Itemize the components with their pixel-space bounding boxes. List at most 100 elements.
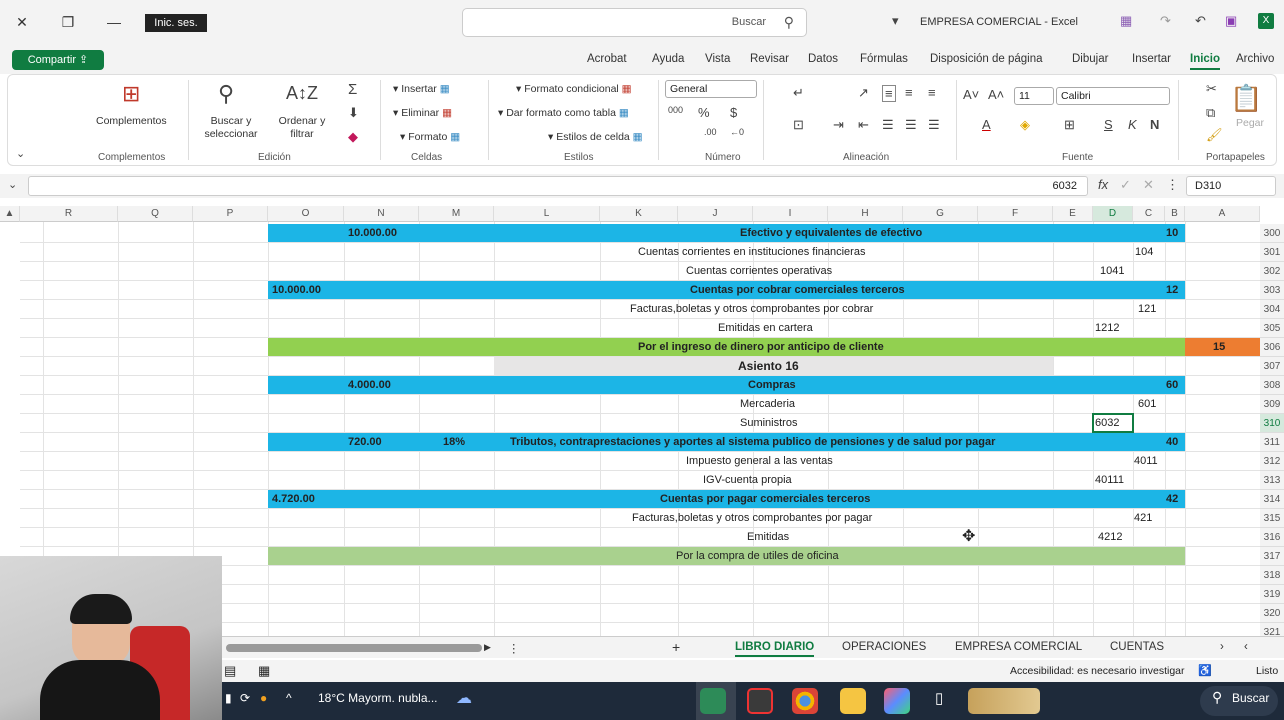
- account-code[interactable]: 601: [1138, 395, 1156, 413]
- entry-gloss[interactable]: Por el ingreso de dinero por anticipo de…: [638, 338, 884, 356]
- account-desc[interactable]: IGV-cuenta propia: [703, 471, 792, 489]
- percent-icon[interactable]: %: [698, 105, 710, 120]
- ribbon-collapse-icon[interactable]: ⌄: [16, 147, 25, 160]
- haber-amount[interactable]: 4.720.00: [272, 490, 315, 508]
- sort-filter-label[interactable]: Ordenar y filtrar: [274, 115, 330, 141]
- account-desc[interactable]: Cuentas corrientes operativas: [686, 262, 832, 280]
- col-header-b[interactable]: B: [1165, 206, 1185, 222]
- debe-amount[interactable]: 720.00: [348, 433, 382, 451]
- customize-toolbar-icon[interactable]: ▾: [892, 13, 899, 29]
- row-header[interactable]: 301: [1260, 243, 1284, 262]
- row-header[interactable]: 308: [1260, 376, 1284, 395]
- col-header-r[interactable]: R: [20, 206, 118, 222]
- asiento-title[interactable]: Asiento 16: [738, 357, 799, 375]
- chrome-icon[interactable]: [792, 688, 818, 714]
- decrease-font-icon[interactable]: A˅: [963, 87, 979, 102]
- row-header[interactable]: 300: [1260, 224, 1284, 243]
- tab-formulas[interactable]: Fórmulas: [860, 53, 908, 65]
- merge-center-icon[interactable]: ⊡: [793, 117, 804, 133]
- debe-amount[interactable]: 4.000.00: [348, 376, 391, 394]
- sheet-tab-libro-diario[interactable]: LIBRO DIARIO: [735, 641, 815, 657]
- account-desc[interactable]: Mercaderia: [740, 395, 795, 413]
- col-header-g[interactable]: G: [903, 206, 978, 222]
- align-left-icon[interactable]: ☰: [928, 117, 940, 133]
- copy-icon[interactable]: ⧉: [1206, 105, 1215, 121]
- row-header-selected[interactable]: 310: [1260, 414, 1284, 433]
- account-code[interactable]: 10: [1166, 224, 1178, 242]
- sheet-tab-cuentas[interactable]: CUENTAS: [1110, 641, 1164, 653]
- row-header[interactable]: 311: [1260, 433, 1284, 452]
- fill-color-icon[interactable]: ◈: [1020, 117, 1030, 133]
- borders-icon[interactable]: ⊞: [1064, 117, 1075, 133]
- account-desc[interactable]: Cuentas por pagar comerciales terceros: [660, 490, 870, 508]
- tray-app-icon[interactable]: ●: [260, 691, 267, 705]
- row-header[interactable]: 312: [1260, 452, 1284, 471]
- name-box[interactable]: D310: [1186, 176, 1276, 196]
- row-header[interactable]: 302: [1260, 262, 1284, 281]
- wrap-text-icon[interactable]: ↵: [793, 85, 804, 101]
- align-top-icon[interactable]: ≡: [928, 85, 936, 100]
- account-code[interactable]: 60: [1166, 376, 1178, 394]
- row-header[interactable]: 306: [1260, 338, 1284, 357]
- sort-filter-icon[interactable]: A↕Z: [286, 83, 318, 104]
- more-icon[interactable]: ⋮: [1166, 177, 1179, 193]
- col-header-j[interactable]: J: [678, 206, 753, 222]
- font-name-select[interactable]: Calibri: [1056, 87, 1170, 105]
- col-header-p[interactable]: P: [193, 206, 268, 222]
- tab-datos[interactable]: Datos: [808, 53, 838, 65]
- paste-icon[interactable]: 📋: [1230, 83, 1262, 114]
- recorder-icon[interactable]: [747, 688, 773, 714]
- account-code[interactable]: 12: [1166, 281, 1178, 299]
- scroll-right-icon[interactable]: ▶: [484, 642, 491, 653]
- tab-vista[interactable]: Vista: [705, 53, 730, 65]
- tab-ayuda[interactable]: Ayuda: [652, 53, 684, 65]
- indent-increase-icon[interactable]: ⇥: [833, 117, 844, 133]
- tray-sync-icon[interactable]: ⟳: [240, 691, 250, 705]
- row-header[interactable]: 321: [1260, 623, 1284, 636]
- formula-expand-icon[interactable]: ⌄: [8, 178, 17, 191]
- thousands-icon[interactable]: 000: [668, 105, 683, 115]
- row-header[interactable]: 319: [1260, 585, 1284, 604]
- addins-label[interactable]: Complementos: [96, 115, 167, 127]
- sheet-nav-prev-icon[interactable]: ‹: [1244, 641, 1248, 653]
- row-header[interactable]: 305: [1260, 319, 1284, 338]
- widgets-image-icon[interactable]: [968, 688, 1040, 714]
- account-code[interactable]: 40: [1166, 433, 1178, 451]
- account-desc[interactable]: Cuentas por cobrar comerciales terceros: [690, 281, 905, 299]
- col-header-k[interactable]: K: [600, 206, 678, 222]
- horizontal-scrollbar[interactable]: [226, 644, 482, 652]
- sheet-nav-next-icon[interactable]: ›: [1220, 641, 1224, 653]
- account-code[interactable]: 4011: [1134, 452, 1158, 470]
- copilot-icon[interactable]: [884, 688, 910, 714]
- tab-insertar[interactable]: Insertar: [1132, 53, 1171, 65]
- formula-input[interactable]: 6032: [28, 176, 1088, 196]
- account-desc[interactable]: Tributos, contraprestaciones y aportes a…: [510, 433, 995, 451]
- tab-revisar[interactable]: Revisar: [750, 53, 789, 65]
- account-desc[interactable]: Efectivo y equivalentes de efectivo: [740, 224, 922, 242]
- accessibility-status[interactable]: Accesibilidad: es necesario investigar: [1010, 665, 1185, 677]
- currency-icon[interactable]: $: [730, 105, 737, 120]
- decimal-decrease-icon[interactable]: .00: [704, 127, 717, 137]
- enter-icon[interactable]: ✓: [1120, 177, 1131, 193]
- find-select-label[interactable]: Buscar y seleccionar: [198, 115, 264, 141]
- row-header[interactable]: 320: [1260, 604, 1284, 623]
- row-header[interactable]: 315: [1260, 509, 1284, 528]
- italic-icon[interactable]: K: [1128, 117, 1137, 132]
- number-format-select[interactable]: General: [665, 80, 757, 98]
- account-code[interactable]: 121: [1138, 300, 1156, 318]
- clear-icon[interactable]: ◆: [348, 129, 358, 145]
- col-header-n[interactable]: N: [344, 206, 419, 222]
- entry-gloss[interactable]: Por la compra de utiles de oficina: [676, 547, 839, 565]
- account-desc[interactable]: Emitidas: [747, 528, 789, 546]
- row-header[interactable]: 317: [1260, 547, 1284, 566]
- save-icon[interactable]: ▣: [1225, 13, 1237, 29]
- tab-archivo[interactable]: Archivo: [1236, 53, 1274, 65]
- col-header-q[interactable]: Q: [118, 206, 193, 222]
- haber-amount[interactable]: 10.000.00: [272, 281, 321, 299]
- row-header[interactable]: 304: [1260, 300, 1284, 319]
- share-button[interactable]: Compartir ⇪: [12, 50, 104, 70]
- indent-decrease-icon[interactable]: ⇤: [858, 117, 869, 133]
- sheet-tab-empresa-comercial[interactable]: EMPRESA COMERCIAL: [955, 641, 1082, 653]
- account-code[interactable]: 42: [1166, 490, 1178, 508]
- close-window-button[interactable]: ✕: [8, 10, 36, 34]
